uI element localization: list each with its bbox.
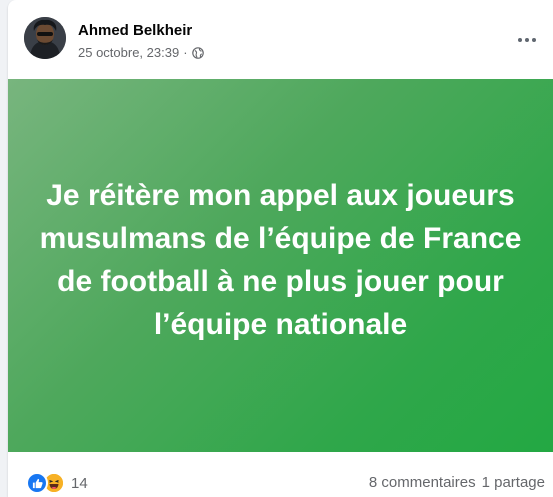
post-footer: 14 8 commentaires 1 partage bbox=[8, 455, 553, 497]
post-header: Ahmed Belkheir 25 octobre, 23:39 · bbox=[8, 0, 553, 80]
post-timestamp[interactable]: 25 octobre, 23:39 bbox=[78, 45, 179, 60]
like-icon bbox=[26, 472, 48, 494]
comments-count-link[interactable]: 8 commentaires bbox=[369, 474, 476, 491]
post-card: Ahmed Belkheir 25 octobre, 23:39 · Je ré… bbox=[8, 0, 553, 497]
post-stats: 8 commentaires 1 partage bbox=[369, 474, 545, 491]
avatar[interactable] bbox=[24, 17, 66, 59]
post-meta: 25 octobre, 23:39 · bbox=[78, 45, 204, 60]
meta-separator: · bbox=[183, 45, 188, 60]
post-text: Je réitère mon appel aux joueurs musulma… bbox=[39, 178, 522, 341]
author-name[interactable]: Ahmed Belkheir bbox=[78, 22, 192, 39]
globe-icon[interactable] bbox=[191, 46, 204, 59]
shares-count-link[interactable]: 1 partage bbox=[482, 474, 545, 491]
reactions-summary[interactable]: 14 bbox=[26, 472, 88, 494]
more-options-icon[interactable] bbox=[513, 26, 541, 54]
reaction-count: 14 bbox=[71, 474, 88, 492]
post-background: Je réitère mon appel aux joueurs musulma… bbox=[8, 79, 553, 452]
avatar-image bbox=[24, 17, 66, 59]
